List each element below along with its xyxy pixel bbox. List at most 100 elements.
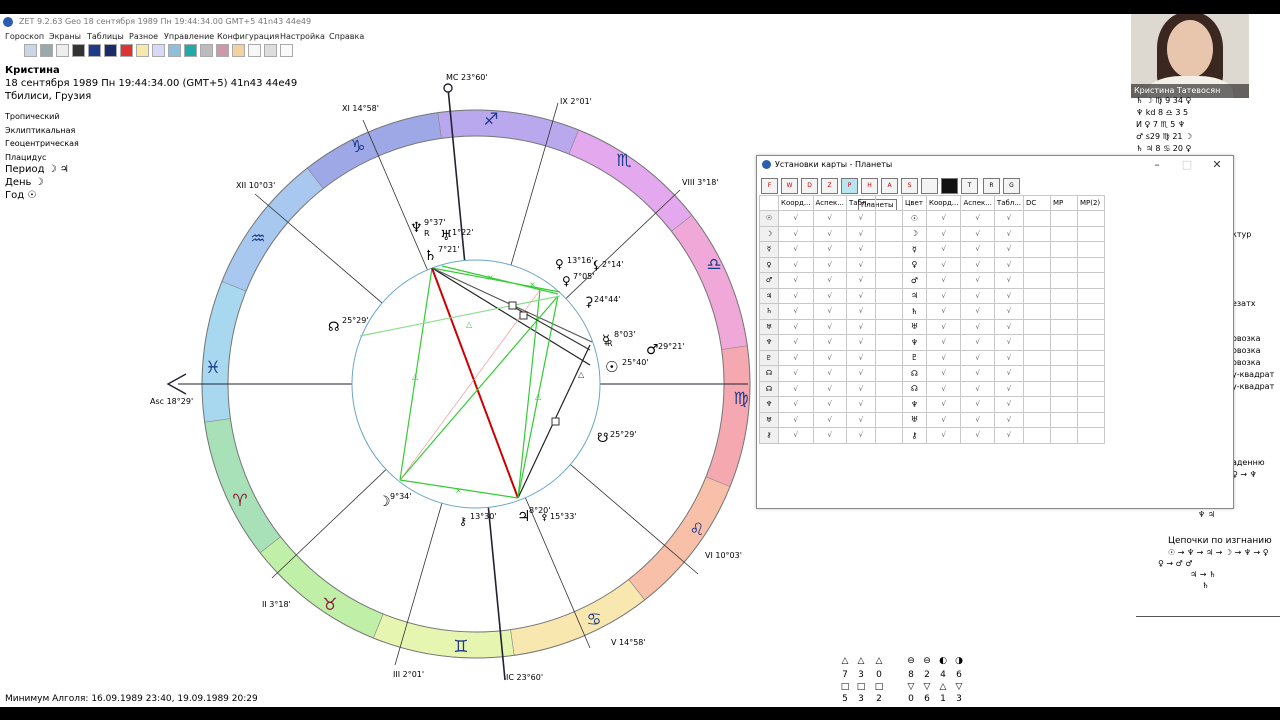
tab-window-icon[interactable]	[921, 178, 938, 194]
col-table-2[interactable]: Табл...	[993, 195, 1024, 211]
empty-cell[interactable]	[874, 349, 903, 366]
empty-cell[interactable]	[1049, 256, 1078, 273]
checkbox-cell[interactable]: √	[812, 427, 847, 444]
empty-cell[interactable]	[874, 287, 903, 304]
empty-cell[interactable]	[1022, 396, 1051, 413]
empty-cell[interactable]	[874, 380, 903, 397]
checkbox-cell[interactable]: √	[845, 210, 876, 227]
checkbox-cell[interactable]: √	[993, 396, 1024, 413]
row-planet-glyph[interactable]: ☊	[759, 365, 779, 382]
checkbox-cell[interactable]: √	[993, 256, 1024, 273]
table-row[interactable]: ☊ √ √ √ ☊ √ √ √	[759, 380, 1105, 397]
empty-cell[interactable]	[1022, 210, 1051, 227]
empty-cell[interactable]	[1049, 365, 1078, 382]
tab-fixed-stars-icon[interactable]: F	[761, 178, 778, 194]
col-aspects-1[interactable]: Аспек...	[812, 195, 847, 211]
empty-cell[interactable]	[1049, 272, 1078, 289]
checkbox-cell[interactable]: √	[778, 272, 814, 289]
row-planet-glyph[interactable]: ☿	[759, 241, 779, 258]
checkbox-cell[interactable]: √	[812, 349, 847, 366]
table-row[interactable]: ☿ √ √ √ ☿ √ √ √	[759, 241, 1105, 258]
table-row[interactable]: ♀ √ √ √ ♀ √ √ √	[759, 256, 1105, 273]
color-planet-glyph[interactable]: ♀	[901, 256, 927, 273]
empty-cell[interactable]	[1022, 318, 1051, 335]
checkbox-cell[interactable]: √	[778, 396, 814, 413]
checkbox-cell[interactable]: √	[778, 210, 814, 227]
checkbox-cell[interactable]: √	[960, 365, 995, 382]
empty-cell[interactable]	[874, 225, 903, 242]
checkbox-cell[interactable]: √	[925, 380, 962, 397]
checkbox-cell[interactable]: √	[845, 272, 876, 289]
checkbox-cell[interactable]: √	[812, 380, 847, 397]
col-coord-2[interactable]: Коорд...	[925, 195, 962, 211]
empty-cell[interactable]	[1076, 349, 1105, 366]
empty-cell[interactable]	[1022, 334, 1051, 351]
checkbox-cell[interactable]: √	[925, 411, 962, 428]
empty-cell[interactable]	[1076, 380, 1105, 397]
empty-cell[interactable]	[1022, 427, 1051, 444]
checkbox-cell[interactable]: √	[960, 396, 995, 413]
color-planet-glyph[interactable]: ☿	[901, 241, 927, 258]
empty-cell[interactable]	[1022, 303, 1051, 320]
empty-cell[interactable]	[1022, 272, 1051, 289]
empty-cell[interactable]	[1022, 287, 1051, 304]
checkbox-cell[interactable]: √	[960, 210, 995, 227]
checkbox-cell[interactable]: √	[845, 287, 876, 304]
checkbox-cell[interactable]: √	[993, 303, 1024, 320]
empty-cell[interactable]	[1049, 427, 1078, 444]
color-planet-glyph[interactable]: ♅	[901, 411, 927, 428]
col-dc[interactable]: DC	[1022, 195, 1051, 211]
checkbox-cell[interactable]: √	[960, 303, 995, 320]
checkbox-cell[interactable]: √	[845, 225, 876, 242]
checkbox-cell[interactable]: √	[925, 427, 962, 444]
empty-cell[interactable]	[1076, 318, 1105, 335]
checkbox-cell[interactable]: √	[778, 380, 814, 397]
row-planet-glyph[interactable]: ☉	[759, 210, 779, 227]
checkbox-cell[interactable]: √	[812, 210, 847, 227]
empty-cell[interactable]	[874, 272, 903, 289]
col-color[interactable]: Цвет	[901, 195, 927, 211]
row-planet-glyph[interactable]: ♆	[759, 396, 779, 413]
empty-cell[interactable]	[1049, 225, 1078, 242]
color-planet-glyph[interactable]: ♅	[901, 318, 927, 335]
checkbox-cell[interactable]: √	[845, 365, 876, 382]
row-planet-glyph[interactable]: ☊	[759, 380, 779, 397]
checkbox-cell[interactable]: √	[925, 241, 962, 258]
row-planet-glyph[interactable]: ☽	[759, 225, 779, 242]
row-planet-glyph[interactable]: ♄	[759, 303, 779, 320]
tab-houses-icon[interactable]: H	[861, 178, 878, 194]
empty-cell[interactable]	[1049, 334, 1078, 351]
empty-cell[interactable]	[1049, 303, 1078, 320]
checkbox-cell[interactable]: √	[925, 334, 962, 351]
checkbox-cell[interactable]: √	[845, 303, 876, 320]
empty-cell[interactable]	[1022, 349, 1051, 366]
color-planet-glyph[interactable]: ☊	[901, 380, 927, 397]
checkbox-cell[interactable]: √	[925, 396, 962, 413]
checkbox-cell[interactable]: √	[960, 427, 995, 444]
empty-cell[interactable]	[1022, 256, 1051, 273]
checkbox-cell[interactable]: √	[778, 334, 814, 351]
checkbox-cell[interactable]: √	[778, 318, 814, 335]
checkbox-cell[interactable]: √	[812, 225, 847, 242]
checkbox-cell[interactable]: √	[925, 256, 962, 273]
empty-cell[interactable]	[874, 411, 903, 428]
checkbox-cell[interactable]: √	[925, 365, 962, 382]
empty-cell[interactable]	[1049, 380, 1078, 397]
table-row[interactable]: ♂ √ √ √ ♂ √ √ √	[759, 272, 1105, 289]
empty-cell[interactable]	[1076, 411, 1105, 428]
col-table-1[interactable]: Табл...	[845, 195, 876, 211]
checkbox-cell[interactable]: √	[960, 225, 995, 242]
empty-cell[interactable]	[1076, 396, 1105, 413]
color-planet-glyph[interactable]: ☽	[901, 225, 927, 242]
checkbox-cell[interactable]: √	[960, 287, 995, 304]
tab-z-icon[interactable]: Z	[821, 178, 838, 194]
checkbox-cell[interactable]: √	[845, 334, 876, 351]
checkbox-cell[interactable]: √	[812, 334, 847, 351]
checkbox-cell[interactable]: √	[993, 272, 1024, 289]
row-planet-glyph[interactable]: ⚷	[759, 427, 779, 444]
checkbox-cell[interactable]: √	[960, 241, 995, 258]
table-row[interactable]: ♄ √ √ √ ♄ √ √ √	[759, 303, 1105, 320]
row-planet-glyph[interactable]: ♀	[759, 256, 779, 273]
checkbox-cell[interactable]: √	[960, 272, 995, 289]
checkbox-cell[interactable]: √	[845, 241, 876, 258]
